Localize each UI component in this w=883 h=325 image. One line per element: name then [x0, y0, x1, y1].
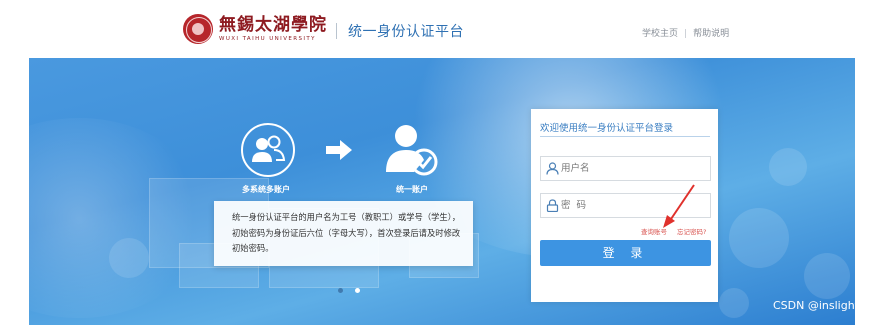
multi-account-caption: 多系统多账户 [242, 185, 290, 194]
description-line: 统一身份认证平台的用户名为工号（教职工）或学号（学生）， [232, 212, 461, 222]
multi-user-icon [241, 123, 295, 177]
username-field [540, 156, 711, 181]
arrow-right-icon [326, 140, 352, 160]
link-separator: | [684, 29, 688, 39]
bokeh-light [109, 238, 149, 278]
carousel-dot[interactable] [338, 288, 343, 293]
bokeh-light [729, 208, 789, 268]
school-logo: 無錫太湖學院 WUXI TAIHU UNIVERSITY [183, 14, 327, 44]
login-title: 欢迎使用统一身份认证平台登录 [540, 123, 674, 134]
username-input[interactable] [561, 157, 706, 180]
bokeh-light [769, 148, 807, 186]
description-line: 初始密码。 [232, 243, 274, 253]
school-homepage-link[interactable]: 学校主页 [642, 29, 678, 39]
school-seal-icon [183, 14, 213, 44]
watermark: CSDN @inslight [773, 299, 859, 312]
description-line: 初始密码为身份证后六位（字母大写），首次登录后请及时修改 [232, 227, 461, 238]
unified-account-caption: 统一账户 [396, 185, 428, 194]
title-underline [540, 136, 710, 137]
top-links: 学校主页 | 帮助说明 [642, 26, 729, 39]
bokeh-light [719, 288, 749, 318]
bokeh-light [804, 253, 850, 299]
user-icon [546, 162, 559, 175]
header-divider [336, 23, 337, 39]
annotation-arrow-icon [663, 184, 695, 228]
login-button[interactable]: 登 录 [540, 240, 711, 266]
description-box: 统一身份认证平台的用户名为工号（教职工）或学号（学生）， 初始密码为身份证后六位… [214, 201, 473, 266]
lock-icon [546, 199, 559, 212]
school-name-cn: 無錫太湖學院 [219, 14, 327, 35]
school-name-en: WUXI TAIHU UNIVERSITY [219, 35, 316, 42]
header: 無錫太湖學院 WUXI TAIHU UNIVERSITY 统一身份认证平台 学校… [0, 0, 883, 56]
carousel-dot-active[interactable] [355, 288, 360, 293]
login-page: 無錫太湖學院 WUXI TAIHU UNIVERSITY 统一身份认证平台 学校… [0, 0, 883, 325]
platform-title: 统一身份认证平台 [348, 24, 464, 40]
help-link[interactable]: 帮助说明 [693, 29, 729, 39]
unified-user-icon [384, 120, 440, 180]
banner-carousel: 多系统多账户 统一账户 统一身份认证平台的用户名为工号（教职工）或学号（学生），… [29, 58, 855, 325]
